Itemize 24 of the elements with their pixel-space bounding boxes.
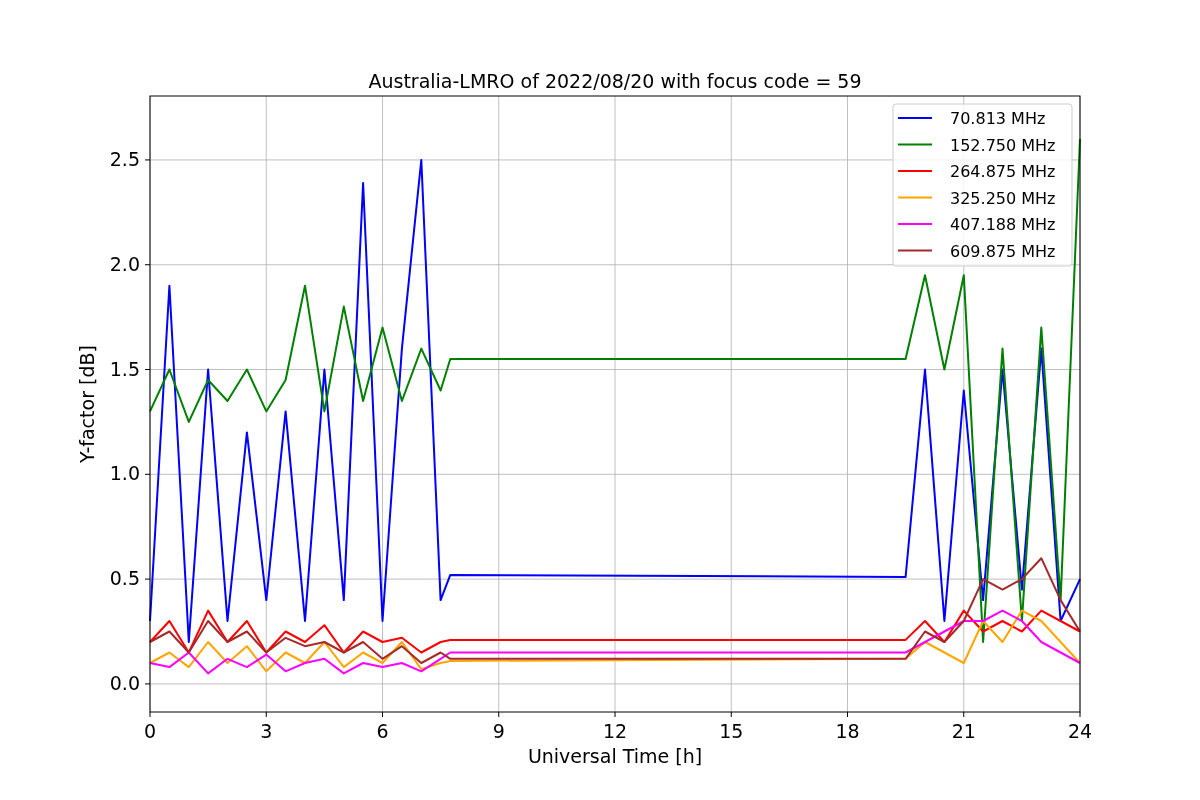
y-tick-label: 0.0 (109, 671, 140, 694)
x-tick-label: 3 (260, 720, 273, 742)
y-tick-label: 0.5 (109, 567, 140, 590)
y-tick-label: 2.0 (109, 252, 140, 275)
x-tick-label: 9 (492, 720, 505, 742)
x-tick-label: 15 (719, 720, 744, 742)
legend-label: 152.750 MHz (950, 135, 1056, 155)
x-tick-label: 6 (376, 720, 389, 742)
y-tick-label: 1.5 (109, 357, 140, 380)
x-tick-label: 24 (1067, 720, 1093, 742)
x-tick-label: 12 (602, 720, 628, 742)
y-tick-label: 2.5 (109, 147, 140, 170)
legend-label: 264.875 MHz (950, 162, 1056, 181)
x-tick-label: 21 (951, 720, 976, 742)
x-tick-label: 18 (835, 720, 860, 742)
x-tick-label: 0 (143, 720, 157, 742)
legend-label: 70.813 MHz (950, 109, 1046, 128)
x-axis-label: Universal Time [h] (527, 745, 703, 767)
y-tick-label: 1.0 (109, 462, 140, 485)
chart-title: Australia-LMRO of 2022/08/20 with focus code = 59 (368, 70, 862, 92)
y-axis-label: Y-factor [dB] (76, 345, 98, 463)
legend-label: 609.875 MHz (950, 241, 1056, 261)
legend-label: 325.250 MHz (950, 188, 1056, 208)
legend-label: 407.188 MHz (950, 215, 1056, 234)
